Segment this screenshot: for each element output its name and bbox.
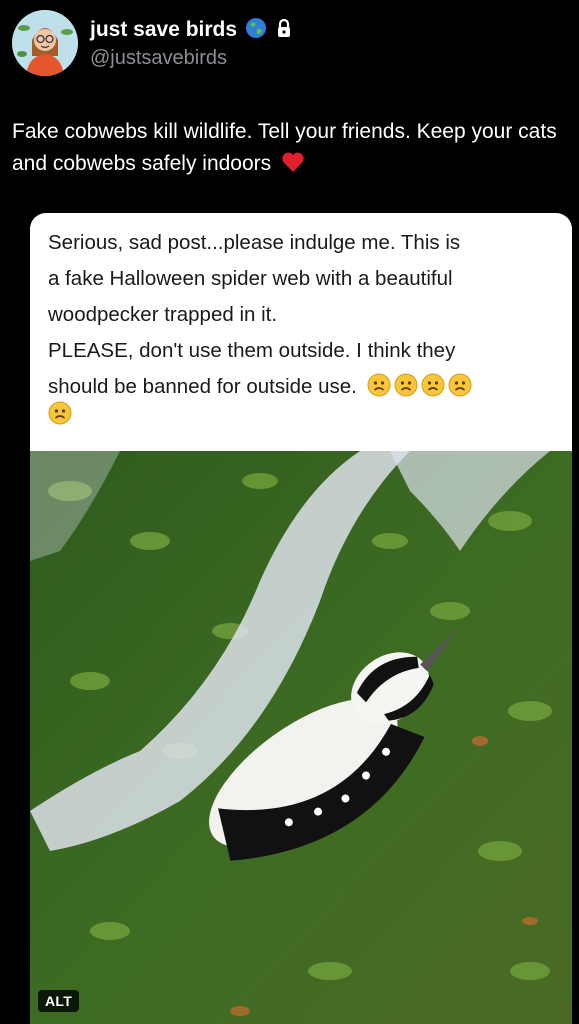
quoted-text: Serious, sad post...please indulge me. T… <box>48 225 558 437</box>
globe-icon <box>245 17 267 44</box>
frowning-emojis <box>367 373 472 397</box>
quoted-line: should be banned for outside use. <box>48 369 558 405</box>
handle[interactable]: @justsavebirds <box>90 47 293 70</box>
quoted-line: Serious, sad post...please indulge me. T… <box>48 231 461 254</box>
frowning-emojis-overflow <box>48 401 558 437</box>
quoted-line: PLEASE, don't use them outside. I think … <box>48 339 456 362</box>
frowning-face-icon <box>367 373 391 397</box>
woodpecker-photo[interactable] <box>30 451 572 1024</box>
frowning-face-icon <box>394 373 418 397</box>
quoted-line-text: should be banned for outside use. <box>48 375 357 398</box>
tweet-text: Fake cobwebs kill wildlife. Tell your fr… <box>12 116 567 183</box>
frowning-face-icon <box>421 373 445 397</box>
quoted-card[interactable]: Serious, sad post...please indulge me. T… <box>30 213 572 1024</box>
alt-badge[interactable]: ALT <box>38 990 80 1012</box>
display-name[interactable]: just save birds <box>90 18 237 42</box>
account-names: just save birds @justsavebirds <box>90 16 293 70</box>
frowning-face-icon <box>448 373 472 397</box>
avatar[interactable] <box>12 10 78 76</box>
lock-icon <box>275 18 293 43</box>
red-heart-icon <box>281 151 305 183</box>
frowning-face-icon <box>48 401 72 425</box>
quoted-line: a fake Halloween spider web with a beaut… <box>48 267 453 290</box>
tweet-header: just save birds @justsavebirds <box>12 10 567 78</box>
quoted-line: woodpecker trapped in it. <box>48 303 278 326</box>
